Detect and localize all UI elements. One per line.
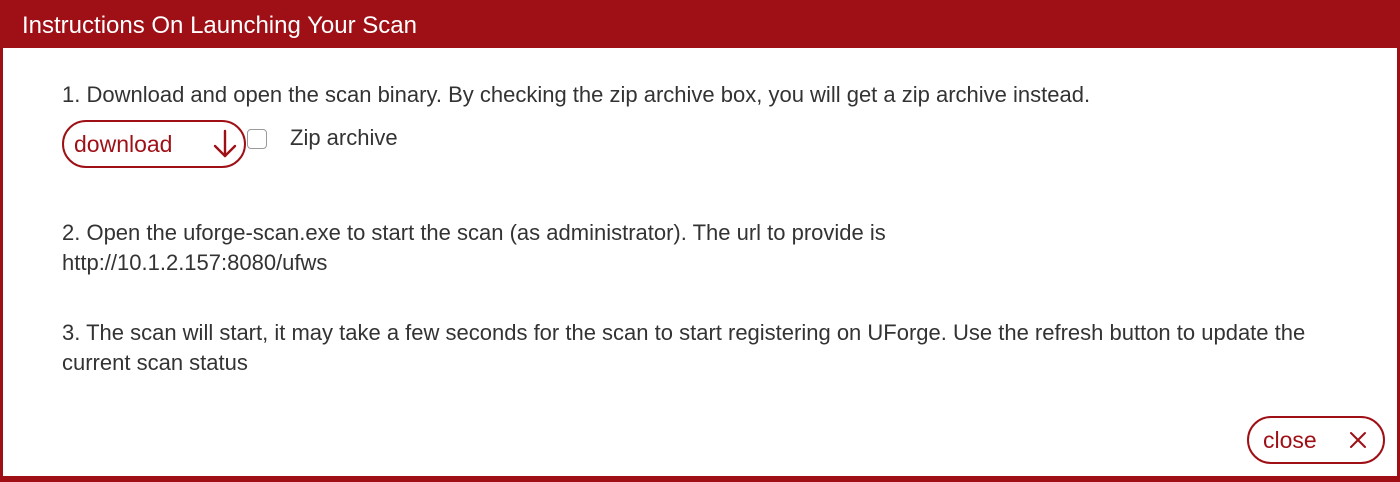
close-button-label: close <box>1263 426 1317 453</box>
dialog-title: Instructions On Launching Your Scan <box>22 12 417 39</box>
close-button[interactable]: close <box>1247 416 1385 464</box>
zip-archive-checkbox[interactable] <box>247 129 267 149</box>
scan-url: http://10.1.2.157:8080/ufws <box>62 250 328 275</box>
scan-instructions-dialog: Instructions On Launching Your Scan 1. D… <box>0 0 1400 482</box>
download-row: download Zip archive <box>62 120 398 168</box>
step-2-text: 2. Open the uforge-scan.exe to start the… <box>62 218 886 278</box>
step-3-text: 3. The scan will start, it may take a fe… <box>62 320 1306 375</box>
close-icon <box>1350 432 1366 448</box>
step-2-line-1: 2. Open the uforge-scan.exe to start the… <box>62 220 886 245</box>
zip-archive-label: Zip archive <box>290 125 398 150</box>
download-button[interactable]: download <box>62 120 246 168</box>
download-button-label: download <box>74 130 173 157</box>
dialog-titlebar: Instructions On Launching Your Scan <box>3 2 1397 48</box>
step-1-text: 1. Download and open the scan binary. By… <box>62 82 1091 107</box>
arrow-down-icon <box>213 129 237 158</box>
